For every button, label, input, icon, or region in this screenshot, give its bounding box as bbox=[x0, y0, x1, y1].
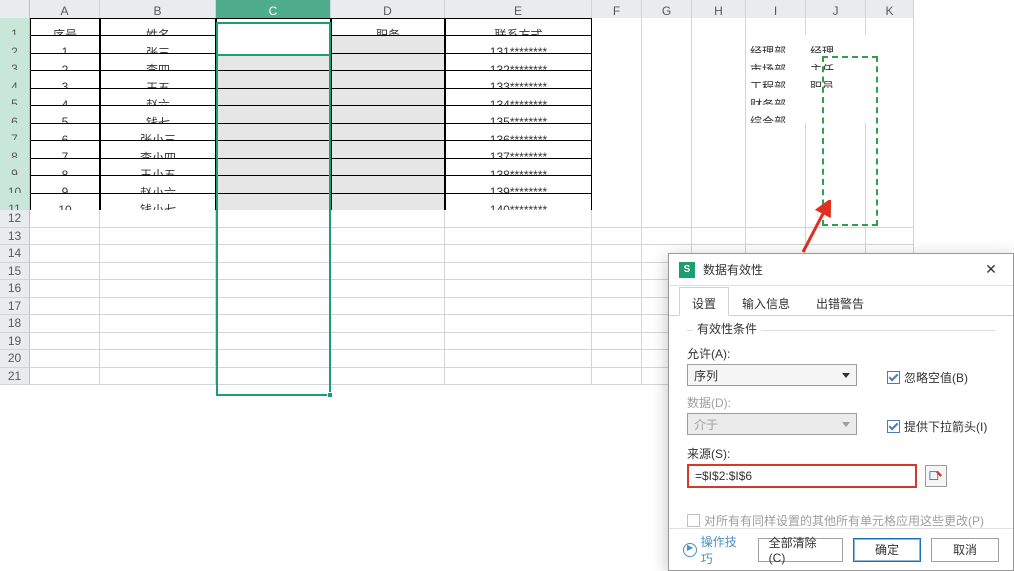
clear-all-button[interactable]: 全部清除(C) bbox=[758, 538, 843, 562]
row-15[interactable]: 15 bbox=[0, 263, 30, 281]
checkbox-dropdown-arrow[interactable]: 提供下拉箭头(I) bbox=[887, 418, 987, 435]
row-14[interactable]: 14 bbox=[0, 245, 30, 263]
dialog-title: 数据有效性 bbox=[703, 261, 763, 278]
row-18[interactable]: 18 bbox=[0, 315, 30, 333]
row-13[interactable]: 13 bbox=[0, 228, 30, 246]
chevron-down-icon bbox=[842, 422, 850, 427]
fill-handle[interactable] bbox=[327, 392, 333, 398]
play-icon bbox=[683, 543, 697, 557]
row-17[interactable]: 17 bbox=[0, 298, 30, 316]
row-21[interactable]: 21 bbox=[0, 368, 30, 386]
source-input[interactable]: =$I$2:$I$6 bbox=[687, 464, 917, 488]
dialog-tabs: 设置 输入信息 出错警告 bbox=[669, 286, 1013, 316]
data-select: 介于 bbox=[687, 413, 857, 435]
checkbox-ignore-blank[interactable]: 忽略空值(B) bbox=[887, 369, 968, 386]
data-label: 数据(D): bbox=[687, 394, 857, 411]
row-20[interactable]: 20 bbox=[0, 350, 30, 368]
allow-label: 允许(A): bbox=[687, 345, 857, 362]
annotation-arrow-icon bbox=[795, 200, 835, 256]
close-button[interactable]: ✕ bbox=[979, 258, 1003, 282]
fieldset-label: 有效性条件 bbox=[693, 320, 761, 337]
row-19[interactable]: 19 bbox=[0, 333, 30, 351]
dialog-titlebar[interactable]: S 数据有效性 ✕ bbox=[669, 254, 1013, 286]
range-picker-button[interactable] bbox=[925, 465, 947, 487]
tab-error-alert[interactable]: 出错警告 bbox=[803, 287, 877, 316]
ok-button[interactable]: 确定 bbox=[853, 538, 921, 562]
tab-settings[interactable]: 设置 bbox=[679, 287, 729, 316]
app-icon: S bbox=[679, 262, 695, 278]
apply-all-label: 对所有有同样设置的其他所有单元格应用这些更改(P) bbox=[704, 512, 984, 529]
allow-select[interactable]: 序列 bbox=[687, 364, 857, 386]
row-16[interactable]: 16 bbox=[0, 280, 30, 298]
source-label: 来源(S): bbox=[687, 445, 995, 462]
tips-link[interactable]: 操作技巧 bbox=[683, 533, 748, 567]
row-12[interactable]: 12 bbox=[0, 210, 30, 228]
data-validation-dialog: S 数据有效性 ✕ 设置 输入信息 出错警告 有效性条件 允许(A): 序列 忽… bbox=[668, 253, 1014, 571]
checkbox-apply-all bbox=[687, 514, 700, 527]
chevron-down-icon bbox=[842, 373, 850, 378]
cancel-button[interactable]: 取消 bbox=[931, 538, 999, 562]
tab-input-message[interactable]: 输入信息 bbox=[729, 287, 803, 316]
